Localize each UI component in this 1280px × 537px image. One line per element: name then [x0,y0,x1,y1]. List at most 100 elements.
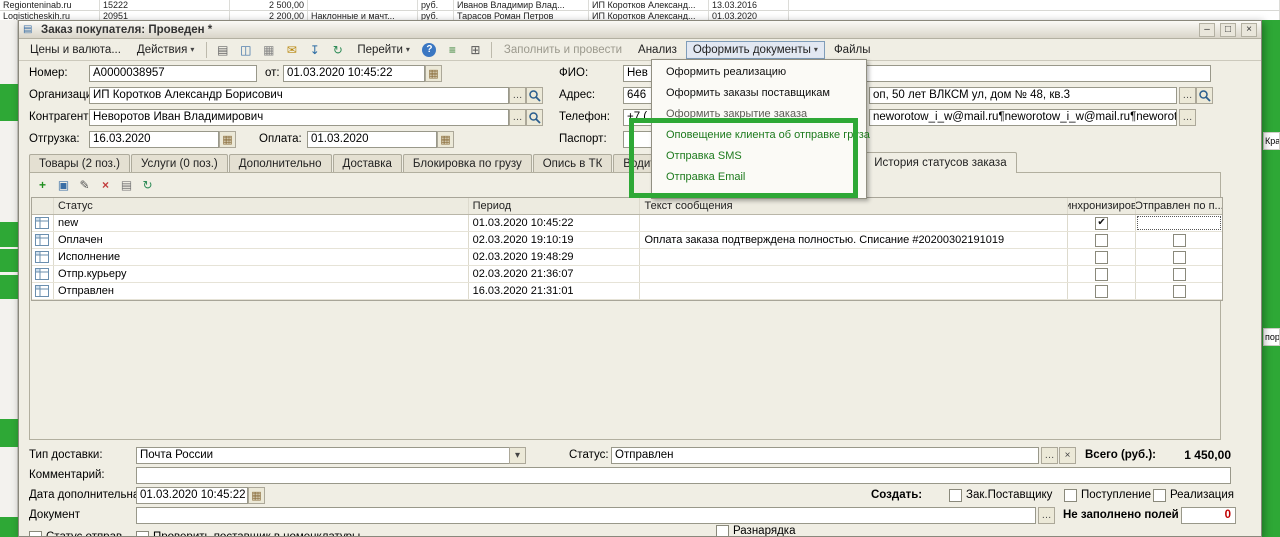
calendar-button[interactable]: ▦ [437,131,454,148]
sent-checkbox[interactable] [1136,266,1222,282]
tab-blokirovka[interactable]: Блокировка по грузу [403,154,532,173]
grid-header: Статус Период Текст сообщения Синхронизи… [32,198,1222,215]
supplier-order-checkbox[interactable]: Зак.Поставщику [949,488,1052,503]
choose-button[interactable]: … [1038,507,1055,524]
make-documents-menu: Оформить реализацию Оформить заказы пост… [651,59,867,199]
sync-checkbox[interactable] [1068,266,1136,282]
lookup-button[interactable] [526,87,543,104]
clear-button[interactable]: × [1059,447,1076,464]
menu-item-send-email[interactable]: Отправка Email [652,167,866,188]
menu-item-supplier-orders[interactable]: Оформить заказы поставщикам [652,83,866,104]
sheet-button[interactable]: ▦ [258,40,279,59]
tab-opis-tk[interactable]: Опись в ТК [533,154,613,173]
go-button[interactable]: Перейти▾ [350,41,417,59]
sync-checkbox[interactable] [1068,232,1136,248]
address-field[interactable]: оп, 50 лет ВЛКСМ ул, дом № 48, кв.3 [869,87,1177,104]
choose-button[interactable]: … [1041,447,1058,464]
choose-button[interactable]: … [1179,109,1196,126]
add-row-button[interactable]: + [33,176,52,194]
menu-item-send-sms[interactable]: Отправка SMS [652,146,866,167]
files-button[interactable]: Файлы [827,41,878,59]
menu-item-close-order[interactable]: Оформить закрытие заказа [652,104,866,125]
sent-checkbox[interactable] [1136,232,1222,248]
tab-dopolnitelno[interactable]: Дополнительно [229,154,332,173]
bg-cell-org: ИП Коротков Александ... [589,0,709,10]
tab-istoriya-statusov[interactable]: История статусов заказа [864,152,1016,173]
table-row[interactable]: new 01.03.2020 10:45:22 [32,215,1222,232]
choose-button[interactable]: … [1179,87,1196,104]
tab-tovary[interactable]: Товары (2 поз.) [29,154,130,173]
doc-date-field[interactable]: 01.03.2020 10:45:22 [283,65,425,82]
preview-button[interactable]: ◫ [235,40,256,59]
grid-button[interactable]: ⊞ [465,40,486,59]
print-button[interactable]: ▤ [212,40,233,59]
number-field[interactable]: А0000038957 [89,65,257,82]
help-button[interactable]: ? [419,40,440,59]
tab-dostavka[interactable]: Доставка [333,154,402,173]
copy-row-button[interactable]: ▣ [54,176,73,194]
choose-button[interactable]: … [509,87,526,104]
col-status[interactable]: Статус [54,198,469,214]
col-period[interactable]: Период [469,198,641,214]
order-window: ▤ Заказ покупателя: Проведен * – □ × Цен… [18,20,1262,537]
calendar-icon: ▦ [222,133,232,146]
menu-item-realization[interactable]: Оформить реализацию [652,62,866,83]
lookup-button[interactable] [526,109,543,126]
lookup-button[interactable] [1196,87,1213,104]
comment-field[interactable] [136,467,1231,484]
extra-date-field[interactable]: 01.03.2020 10:45:22 [136,487,248,504]
sync-checkbox[interactable] [1068,283,1136,299]
report-button[interactable]: ≡ [442,40,463,59]
sent-checkbox[interactable] [1136,283,1222,299]
menu-item-shipment-notification[interactable]: Оповещение клиента об отправке груза [652,125,866,146]
contragent-field[interactable]: Неворотов Иван Владимирович [89,109,509,126]
reload-grid-button[interactable]: ↻ [138,176,157,194]
table-row[interactable]: Regionteninab.ru 15222 2 500,00 руб. Ива… [0,0,1280,11]
table-row[interactable]: Отправлен 16.03.2020 21:31:01 [32,283,1222,300]
prices-currency-button[interactable]: Цены и валюта... [23,41,128,59]
col-sent[interactable]: Отправлен по п... [1136,198,1222,214]
actions-button[interactable]: Действия▾ [130,41,201,59]
status-field[interactable]: Отправлен [611,447,1039,464]
send-button[interactable]: ↧ [304,40,325,59]
refresh-button[interactable]: ↻ [327,40,348,59]
table-row[interactable]: Оплачен 02.03.2020 19:10:19 Оплата заказ… [32,232,1222,249]
delete-row-button[interactable]: × [96,176,115,194]
dropdown-button[interactable]: ▾ [509,447,526,464]
shipment-date-field[interactable]: 16.03.2020 [89,131,219,148]
tab-uslugi[interactable]: Услуги (0 поз.) [131,154,228,173]
cell-status: Отправлен [54,283,469,299]
delivery-type-select[interactable]: Почта России [136,447,526,464]
sent-checkbox[interactable] [1136,249,1222,265]
check-supplier-checkbox[interactable]: Проверить поставщик в номенклатуры [136,530,360,537]
sync-checkbox[interactable] [1068,249,1136,265]
status-send-checkbox[interactable]: Статус отправ... [29,530,132,537]
sync-checkbox[interactable] [1068,215,1136,231]
email-field[interactable]: neworotow_i_w@mail.ru¶neworotow_i_w@mail… [869,109,1177,126]
table-row[interactable]: Отпр.курьеру 02.03.2020 21:36:07 [32,266,1222,283]
make-documents-button[interactable]: Оформить документы▾ [686,41,825,59]
choose-button[interactable]: … [509,109,526,126]
col-synchronized[interactable]: Синхронизиров... [1068,198,1136,214]
realization-checkbox[interactable]: Реализация [1153,488,1234,503]
maximize-button[interactable]: □ [1220,23,1236,37]
calendar-button[interactable]: ▦ [425,65,442,82]
document-field[interactable] [136,507,1036,524]
close-button[interactable]: × [1241,23,1257,37]
sent-cell[interactable] [1136,215,1222,231]
payment-date-field[interactable]: 01.03.2020 [307,131,437,148]
receipt-checkbox[interactable]: Поступление [1064,488,1151,503]
organization-field[interactable]: ИП Коротков Александр Борисович [89,87,509,104]
analysis-button[interactable]: Анализ [631,41,684,59]
mail-button[interactable]: ✉ [281,40,302,59]
edit-row-button[interactable]: ✎ [75,176,94,194]
titlebar[interactable]: ▤ Заказ покупателя: Проведен * – □ × [19,21,1261,39]
calendar-button[interactable]: ▦ [248,487,265,504]
table-row[interactable]: Исполнение 02.03.2020 19:48:29 [32,249,1222,266]
col-message[interactable]: Текст сообщения [640,198,1068,214]
save-grid-button[interactable]: ▤ [117,176,136,194]
minimize-button[interactable]: – [1199,23,1215,37]
raznaryadka-checkbox[interactable]: Разнарядка [716,524,795,537]
table-row[interactable]: Logisticheskih.ru 20951 2 200,00 Наклонн… [0,11,1280,20]
calendar-button[interactable]: ▦ [219,131,236,148]
